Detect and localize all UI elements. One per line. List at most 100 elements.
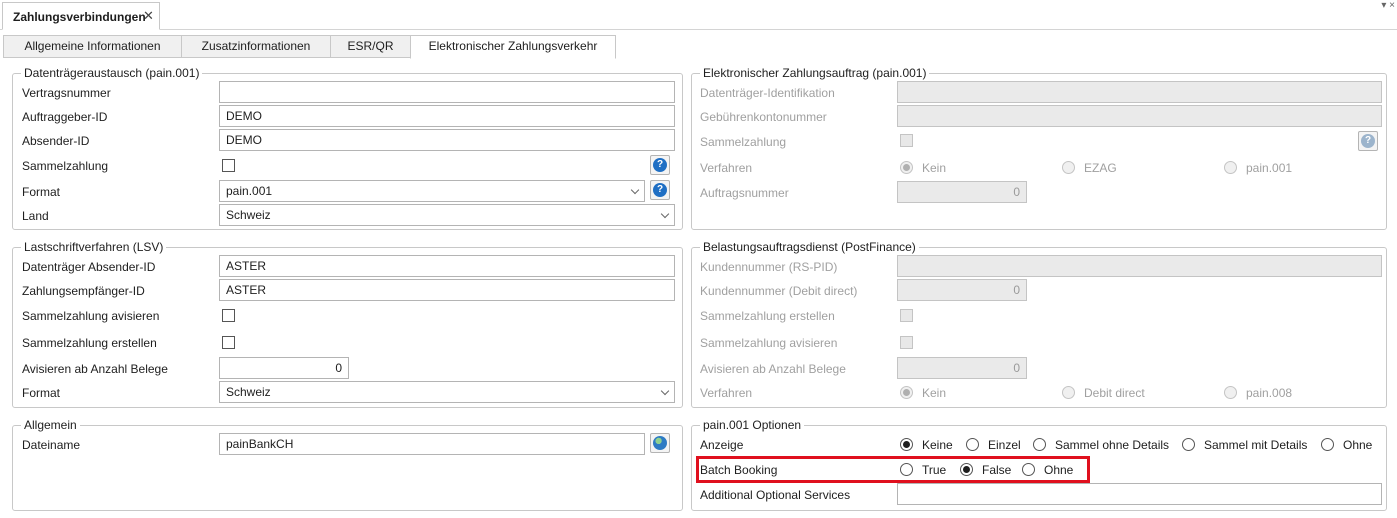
anzeige-radio-einzel[interactable] <box>966 438 979 451</box>
pf-verfahren-option-debit-direct: Debit direct <box>1084 386 1145 400</box>
lsv-absender-id-field[interactable]: ASTER <box>219 255 675 277</box>
sammelzahlung-checkbox[interactable] <box>222 159 235 172</box>
pf-verfahren-option-kein: Kein <box>922 386 947 400</box>
additional-optional-services-field[interactable] <box>897 483 1382 505</box>
group-title-allgemein: Allgemein <box>21 418 80 432</box>
sammelzahlung-erstellen-checkbox[interactable] <box>222 336 235 349</box>
help-button-ezag[interactable]: ? <box>1358 131 1378 151</box>
ezag-verfahren-radio-kein[interactable] <box>900 161 913 174</box>
tab-esr-qr[interactable]: ESR/QR <box>330 35 411 58</box>
pf-sammelzahlung-erstellen-checkbox[interactable] <box>900 309 913 322</box>
land-select[interactable]: Schweiz <box>219 204 675 226</box>
auftragsnummer-label: Auftragsnummer <box>700 186 789 200</box>
datentraeger-identifikation-field[interactable] <box>897 81 1382 103</box>
pf-sammelzahlung-erstellen-label: Sammelzahlung erstellen <box>700 309 835 323</box>
batch-booking-option-true: True <box>922 463 947 477</box>
help-icon: ? <box>1361 134 1375 148</box>
zahlungsempfaenger-id-field[interactable]: ASTER <box>219 279 675 301</box>
ezag-sammelzahlung-checkbox[interactable] <box>900 134 913 147</box>
batch-booking-radio-false[interactable] <box>960 463 973 476</box>
window-controls[interactable]: ▾ × <box>1381 0 1395 11</box>
document-tab-bar <box>0 0 1397 30</box>
help-icon: ? <box>653 158 667 172</box>
sammelzahlung-erstellen-label: Sammelzahlung erstellen <box>22 336 157 350</box>
anzeige-radio-keine[interactable] <box>900 438 913 451</box>
gebuehrenkontonummer-label: Gebührenkontonummer <box>700 110 827 124</box>
ezag-verfahren-option-kein: Kein <box>922 161 947 175</box>
ezag-verfahren-label: Verfahren <box>700 161 753 175</box>
ezag-verfahren-option-ezag: EZAG <box>1084 161 1117 175</box>
anzeige-option-keine: Keine <box>922 438 953 452</box>
close-icon[interactable]: ✕ <box>143 8 154 24</box>
pf-verfahren-option-pain008: pain.008 <box>1246 386 1293 400</box>
ezag-sammelzahlung-label: Sammelzahlung <box>700 135 787 149</box>
pf-verfahren-radio-kein[interactable] <box>900 386 913 399</box>
dateiname-field[interactable]: painBankCH <box>219 433 645 455</box>
kundennummer-rs-pid-label: Kundennummer (RS-PID) <box>700 260 838 274</box>
lsv-format-label: Format <box>22 386 61 400</box>
document-tab-title: Zahlungsverbindungen <box>13 10 146 24</box>
group-title-lsv: Lastschriftverfahren (LSV) <box>21 240 167 254</box>
format-select[interactable]: pain.001 <box>219 180 645 202</box>
anzeige-option-einzel: Einzel <box>988 438 1021 452</box>
anzeige-option-sammel-ohne-details: Sammel ohne Details <box>1055 438 1170 452</box>
sammelzahlung-avisieren-checkbox[interactable] <box>222 309 235 322</box>
document-tab-zahlungsverbindungen[interactable]: Zahlungsverbindungen ✕ <box>2 2 160 30</box>
pf-sammelzahlung-avisieren-checkbox[interactable] <box>900 336 913 349</box>
tab-zusatzinformationen[interactable]: Zusatzinformationen <box>181 35 331 58</box>
pf-avisieren-ab-anzahl-label: Avisieren ab Anzahl Belege <box>700 362 846 376</box>
tab-elektronischer-zahlungsverkehr[interactable]: Elektronischer Zahlungsverkehr <box>410 35 616 59</box>
pf-verfahren-radio-debit-direct[interactable] <box>1062 386 1075 399</box>
help-button-format[interactable]: ? <box>650 180 670 200</box>
group-title-pain-options: pain.001 Optionen <box>700 418 805 432</box>
lsv-absender-id-label: Datenträger Absender-ID <box>22 260 156 274</box>
auftragsnummer-field[interactable]: 0 <box>897 181 1027 203</box>
additional-optional-services-label: Additional Optional Services <box>700 488 851 502</box>
pf-verfahren-radio-pain008[interactable] <box>1224 386 1237 399</box>
batch-booking-label: Batch Booking <box>700 463 778 477</box>
help-icon: ? <box>653 183 667 197</box>
sammelzahlung-avisieren-label: Sammelzahlung avisieren <box>22 309 160 323</box>
sammelzahlung-label: Sammelzahlung <box>22 159 109 173</box>
land-label: Land <box>22 209 49 223</box>
dateiname-label: Dateiname <box>22 438 81 452</box>
group-title-dta: Datenträgeraustausch (pain.001) <box>21 66 203 80</box>
absender-id-field[interactable]: DEMO <box>219 129 675 151</box>
gebuehrenkontonummer-field[interactable] <box>897 105 1382 127</box>
anzeige-option-sammel-mit-details: Sammel mit Details <box>1204 438 1308 452</box>
vertragsnummer-field[interactable] <box>219 81 675 103</box>
lsv-format-select[interactable]: Schweiz <box>219 381 675 403</box>
ezag-verfahren-radio-pain001[interactable] <box>1224 161 1237 174</box>
anzeige-radio-sammel-mit-details[interactable] <box>1182 438 1195 451</box>
batch-booking-option-ohne: Ohne <box>1044 463 1074 477</box>
batch-booking-radio-true[interactable] <box>900 463 913 476</box>
zahlungsempfaenger-id-label: Zahlungsempfänger-ID <box>22 284 145 298</box>
group-title-ezag: Elektronischer Zahlungsauftrag (pain.001… <box>700 66 930 80</box>
avisieren-ab-anzahl-field[interactable]: 0 <box>219 357 349 379</box>
absender-id-label: Absender-ID <box>22 134 90 148</box>
kundennummer-debit-direct-label: Kundennummer (Debit direct) <box>700 284 858 298</box>
anzeige-option-ohne: Ohne <box>1343 438 1373 452</box>
datentraeger-identifikation-label: Datenträger-Identifikation <box>700 86 835 100</box>
anzeige-radio-ohne[interactable] <box>1321 438 1334 451</box>
anzeige-label: Anzeige <box>700 438 744 452</box>
vertragsnummer-label: Vertragsnummer <box>22 86 111 100</box>
anzeige-radio-sammel-ohne-details[interactable] <box>1033 438 1046 451</box>
globe-button[interactable] <box>650 433 670 453</box>
auftraggeber-id-field[interactable]: DEMO <box>219 105 675 127</box>
batch-booking-radio-ohne[interactable] <box>1022 463 1035 476</box>
batch-booking-option-false: False <box>982 463 1012 477</box>
pf-avisieren-ab-anzahl-field[interactable]: 0 <box>897 357 1027 379</box>
auftraggeber-id-label: Auftraggeber-ID <box>22 110 108 124</box>
pf-verfahren-label: Verfahren <box>700 386 753 400</box>
globe-icon <box>653 436 667 450</box>
ezag-verfahren-radio-ezag[interactable] <box>1062 161 1075 174</box>
tab-allgemeine-informationen[interactable]: Allgemeine Informationen <box>3 35 182 58</box>
avisieren-ab-anzahl-label: Avisieren ab Anzahl Belege <box>22 362 168 376</box>
ezag-verfahren-option-pain001: pain.001 <box>1246 161 1293 175</box>
kundennummer-debit-direct-field[interactable]: 0 <box>897 279 1027 301</box>
kundennummer-rs-pid-field[interactable] <box>897 255 1382 277</box>
format-label: Format <box>22 185 61 199</box>
pf-sammelzahlung-avisieren-label: Sammelzahlung avisieren <box>700 336 838 350</box>
help-button-sammelzahlung[interactable]: ? <box>650 155 670 175</box>
